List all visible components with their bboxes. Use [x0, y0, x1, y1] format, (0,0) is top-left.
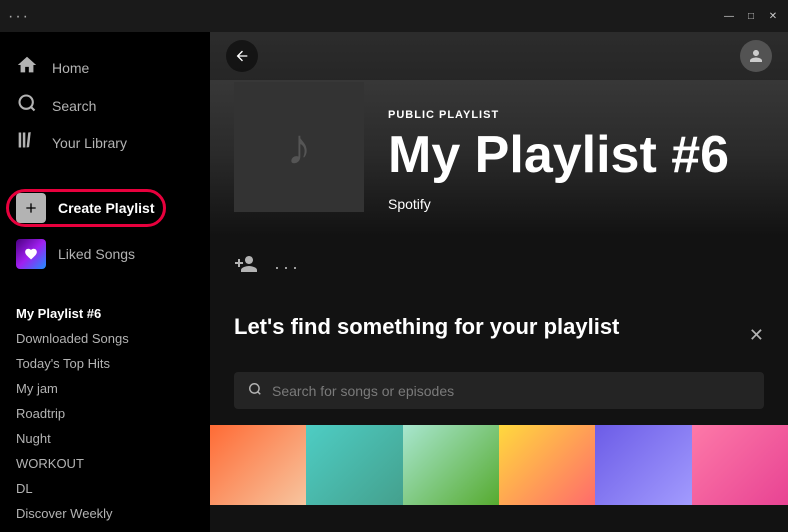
sidebar-nav: Home Search Your Library [0, 40, 210, 169]
liked-songs-button[interactable]: Liked Songs [0, 231, 210, 277]
playlist-item-8[interactable]: Discover Weekly [0, 501, 210, 526]
playlist-item-6[interactable]: WORKOUT [0, 451, 210, 476]
color-seg-3 [403, 425, 499, 505]
search-icon-small [248, 382, 262, 399]
color-seg-6 [692, 425, 788, 505]
find-songs-section: Let's find something for your playlist ✕ [210, 298, 788, 425]
sidebar-item-home[interactable]: Home [16, 48, 194, 87]
playlist-info: PUBLIC PLAYLIST My Playlist #6 Spotify [388, 109, 764, 212]
color-seg-5 [595, 425, 691, 505]
playlist-item-7[interactable]: DL [0, 476, 210, 501]
liked-songs-label: Liked Songs [58, 246, 135, 262]
title-bar: ··· — □ ✕ [0, 0, 788, 32]
playlist-item-0[interactable]: My Playlist #6 [0, 301, 210, 326]
search-label: Search [52, 98, 96, 114]
playlist-title: My Playlist #6 [388, 127, 764, 184]
playlist-list: My Playlist #6 Downloaded Songs Today's … [0, 293, 210, 532]
window-menu-dots[interactable]: ··· [8, 8, 30, 26]
create-playlist-label: Create Playlist [58, 200, 155, 216]
find-songs-title: Let's find something for your playlist [234, 314, 619, 340]
color-seg-1 [210, 425, 306, 505]
top-bar [210, 32, 788, 80]
playlist-actions: ··· [210, 236, 788, 298]
color-seg-4 [499, 425, 595, 505]
playlist-cover: ♪ [234, 82, 364, 212]
playlist-item-1[interactable]: Downloaded Songs [0, 326, 210, 351]
search-bar [234, 372, 764, 409]
close-find-button[interactable]: ✕ [749, 325, 764, 346]
user-avatar[interactable] [740, 40, 772, 72]
add-user-button[interactable] [234, 252, 258, 282]
home-label: Home [52, 60, 89, 76]
song-search-input[interactable] [272, 383, 750, 399]
bottom-bar [210, 425, 788, 505]
create-playlist-icon [16, 193, 46, 223]
minimize-button[interactable]: — [722, 9, 736, 23]
find-songs-header: Let's find something for your playlist ✕ [234, 314, 764, 356]
home-icon [16, 54, 38, 81]
playlist-owner: Spotify [388, 196, 764, 212]
close-button[interactable]: ✕ [766, 9, 780, 23]
window-controls: — □ ✕ [722, 9, 780, 23]
back-button[interactable] [226, 40, 258, 72]
playlist-item-5[interactable]: Nught [0, 426, 210, 451]
sidebar: Home Search Your Library [0, 32, 210, 532]
color-segments [210, 425, 788, 505]
main-content: ♪ PUBLIC PLAYLIST My Playlist #6 Spotify… [210, 32, 788, 532]
app-container: Home Search Your Library [0, 32, 788, 532]
sidebar-item-library[interactable]: Your Library [16, 124, 194, 161]
create-playlist-button[interactable]: Create Playlist [0, 185, 210, 231]
library-label: Your Library [52, 135, 127, 151]
playlist-item-4[interactable]: Roadtrip [0, 401, 210, 426]
library-icon [16, 130, 38, 155]
maximize-button[interactable]: □ [744, 9, 758, 23]
more-options-button[interactable]: ··· [274, 257, 301, 278]
liked-songs-icon [16, 239, 46, 269]
playlist-item-2[interactable]: Today's Top Hits [0, 351, 210, 376]
sidebar-item-search[interactable]: Search [16, 87, 194, 124]
playlist-item-3[interactable]: My jam [0, 376, 210, 401]
search-icon [16, 93, 38, 118]
playlist-type: PUBLIC PLAYLIST [388, 109, 764, 121]
music-note-icon: ♪ [287, 118, 312, 176]
color-seg-2 [306, 425, 402, 505]
